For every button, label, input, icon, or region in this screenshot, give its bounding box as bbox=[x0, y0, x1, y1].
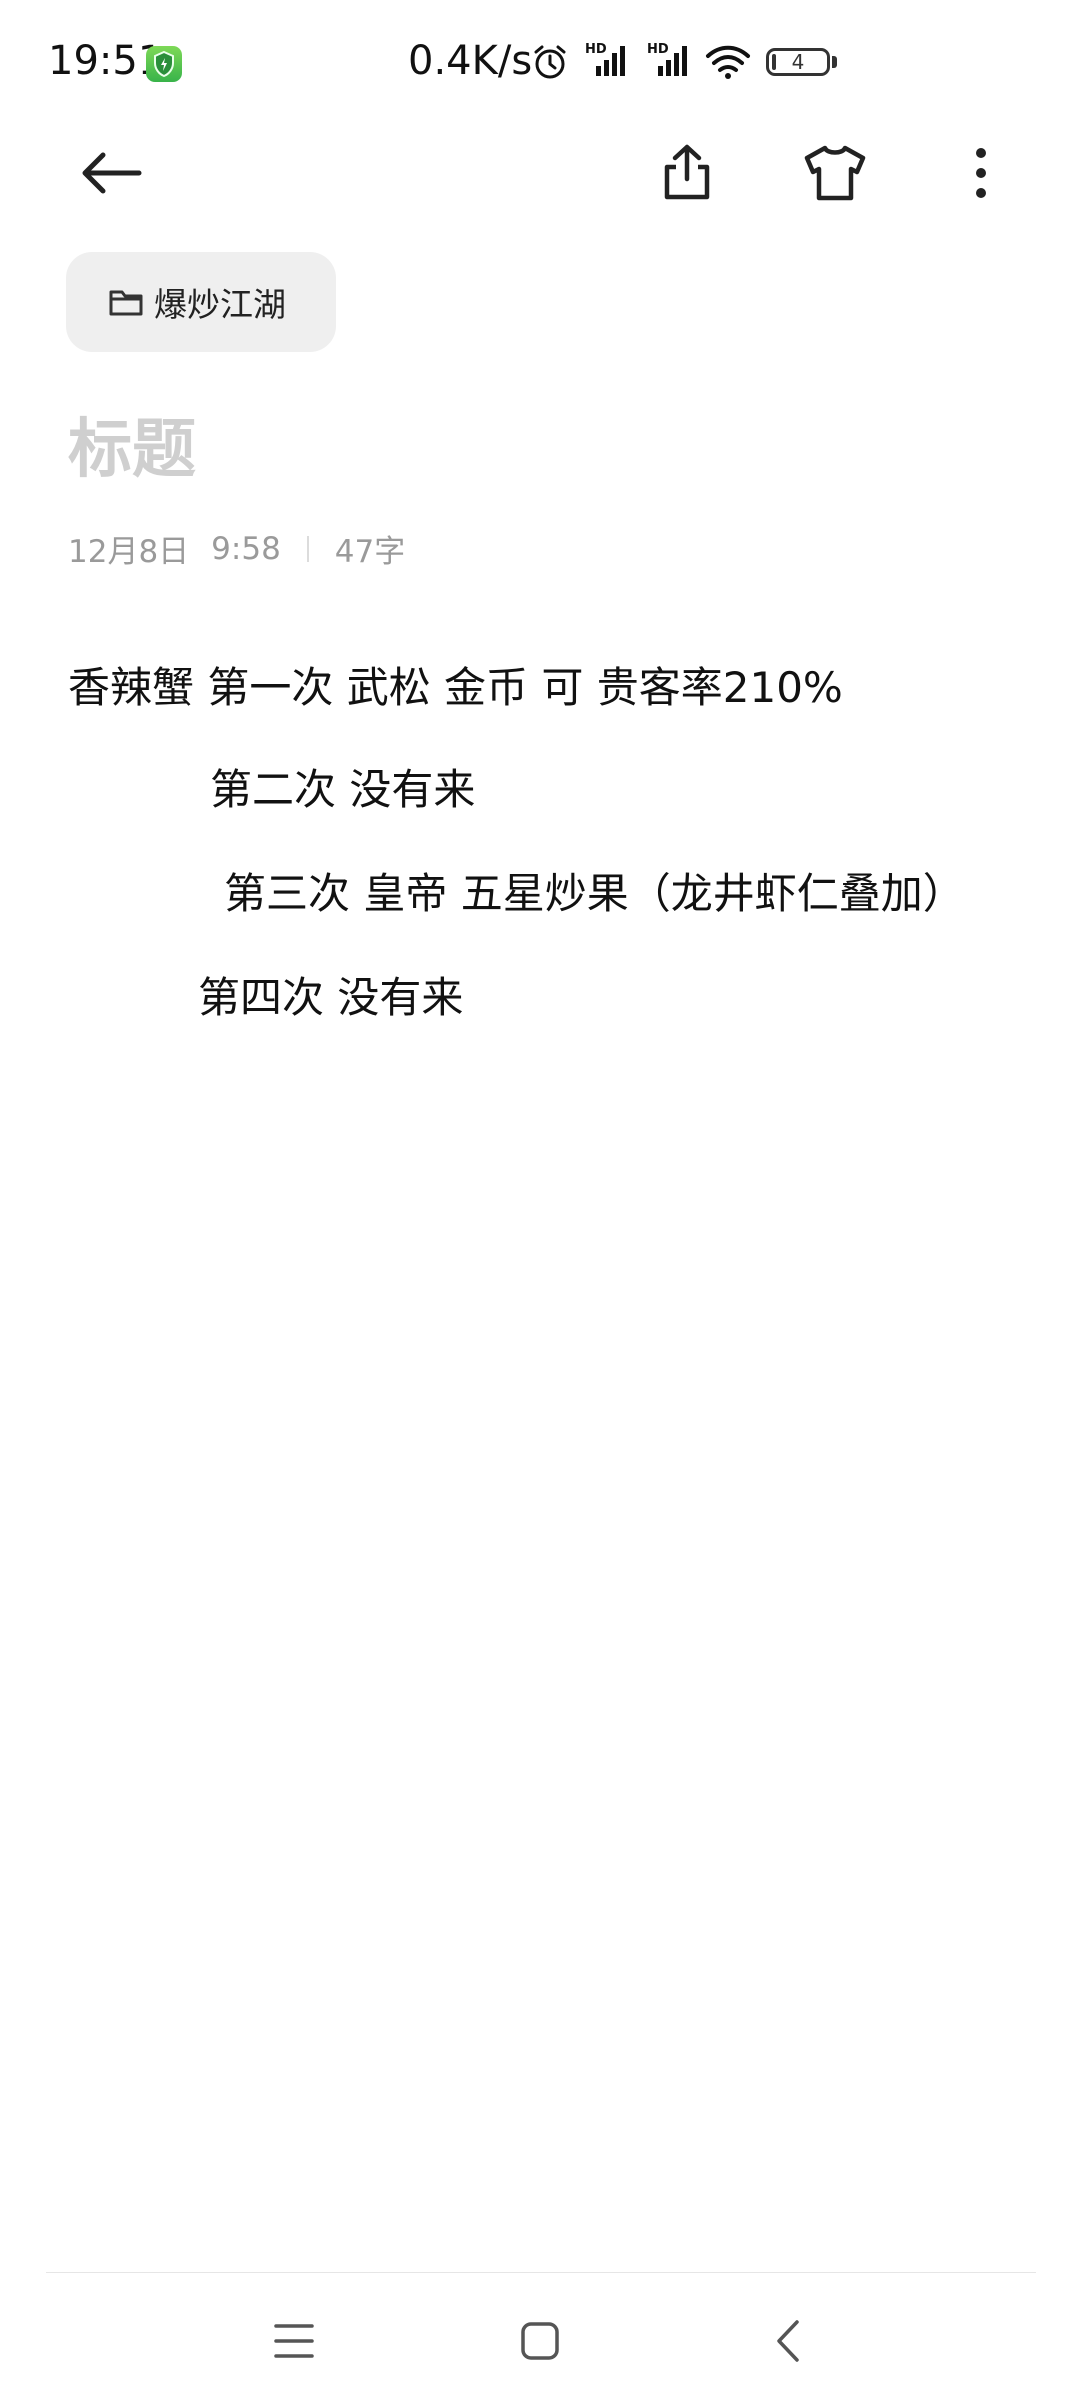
network-speed: 0.4K/s bbox=[408, 38, 533, 84]
folder-label: 爆炒江湖 bbox=[154, 285, 286, 324]
app-shield-icon bbox=[146, 46, 182, 82]
folder-icon bbox=[109, 290, 143, 316]
recent-apps-button[interactable] bbox=[244, 2296, 344, 2386]
back-button[interactable] bbox=[66, 128, 156, 218]
meta-divider bbox=[306, 535, 309, 562]
note-time: 9:58 bbox=[211, 530, 281, 567]
signal-icon bbox=[582, 42, 632, 84]
char-count: 47字 bbox=[334, 534, 406, 570]
more-button[interactable] bbox=[936, 128, 1026, 218]
theme-button[interactable] bbox=[790, 128, 880, 218]
home-button[interactable] bbox=[490, 2296, 590, 2386]
wifi-icon bbox=[704, 44, 752, 84]
more-vertical-icon bbox=[976, 148, 986, 198]
alarm-icon bbox=[530, 42, 570, 86]
share-icon bbox=[664, 144, 710, 200]
battery-cap bbox=[832, 56, 837, 68]
note-line[interactable]: 第二次 没有来 bbox=[210, 756, 475, 817]
status-bar: 19:51 0.4K/s HD HD 4 bbox=[0, 0, 1080, 130]
arrow-left-icon bbox=[82, 152, 142, 194]
battery-level: 4 bbox=[791, 50, 805, 74]
back-icon bbox=[777, 2320, 799, 2362]
note-date: 12月8日 bbox=[68, 534, 190, 570]
note-line[interactable]: 第四次 没有来 bbox=[198, 964, 463, 1025]
title-input[interactable]: 标题 bbox=[68, 398, 196, 490]
nav-divider bbox=[46, 2272, 1036, 2273]
note-line[interactable]: 第三次 皇帝 五星炒果（龙井虾仁叠加） bbox=[224, 860, 965, 921]
folder-chip[interactable]: 爆炒江湖 bbox=[66, 252, 336, 352]
share-button[interactable] bbox=[642, 128, 732, 218]
battery-icon: 4 bbox=[766, 48, 830, 76]
home-icon bbox=[521, 2322, 559, 2360]
note-line[interactable]: 香辣蟹 第一次 武松 金币 可 贵客率210% bbox=[68, 654, 843, 715]
tshirt-icon bbox=[804, 145, 866, 201]
system-back-button[interactable] bbox=[738, 2296, 838, 2386]
note-meta: 12月8日 9:58 47字 bbox=[68, 526, 405, 571]
menu-icon bbox=[274, 2324, 314, 2358]
signal-icon bbox=[644, 42, 694, 84]
